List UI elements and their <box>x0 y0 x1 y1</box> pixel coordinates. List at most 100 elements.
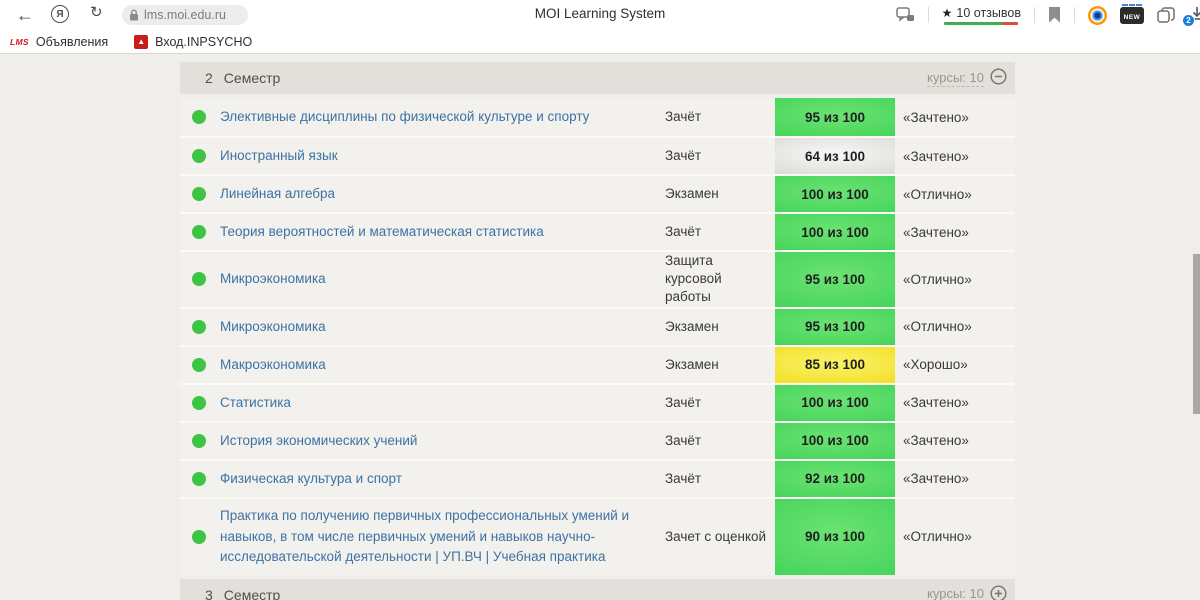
address-bar[interactable]: lms.moi.edu.ru <box>122 5 248 25</box>
course-status-icon <box>192 529 206 544</box>
table-row: Физическая культура и спорт Зачёт 92 из … <box>180 458 1015 497</box>
vertical-scrollbar-thumb[interactable] <box>1193 254 1200 414</box>
extension-browser-icon[interactable] <box>1088 5 1107 25</box>
course-link[interactable]: Практика по получению первичных професси… <box>220 500 665 573</box>
course-link[interactable]: Микроэкономика <box>220 263 665 295</box>
course-link[interactable]: Физическая культура и спорт <box>220 463 665 495</box>
course-status-icon <box>192 395 206 410</box>
score-badge: 85 из 100 <box>775 346 895 383</box>
table-row: История экономических учений Зачёт 100 и… <box>180 420 1015 459</box>
grade-label: «Зачтено» <box>903 148 969 164</box>
table-row: Элективные дисциплины по физической куль… <box>180 98 1015 136</box>
course-link[interactable]: Элективные дисциплины по физической куль… <box>220 101 665 133</box>
bookmark-item-announcements[interactable]: LMS Объявления <box>10 35 108 49</box>
browser-toolbar: ← Я ↻ lms.moi.edu.ru MOI Learning System… <box>0 0 1200 30</box>
dot-cell <box>180 214 220 250</box>
grade-label: «Отлично» <box>903 271 972 287</box>
control-type-label: Зачёт <box>665 147 702 163</box>
courses-count-label: курсы: 10 <box>927 586 984 600</box>
semester-2-header: 2 Семестр курсы: 10 <box>180 62 1015 94</box>
extension-new-icon[interactable]: NEW <box>1120 3 1144 24</box>
course-link[interactable]: Статистика <box>220 387 665 419</box>
control-type-label: Зачёт <box>665 470 702 486</box>
grade-label: «Зачтено» <box>903 224 969 240</box>
reviews-count-label: 10 отзывов <box>956 5 1021 20</box>
course-link[interactable]: История экономических учений <box>220 425 665 457</box>
toolbar-right-icons: ★ 10 отзывов NEW 2 <box>895 0 1200 30</box>
back-icon[interactable]: ← <box>16 6 34 24</box>
control-type-label: Экзамен <box>665 318 719 334</box>
score-badge: 100 из 100 <box>775 176 895 212</box>
grades-table: 2 Семестр курсы: 10 Элективные дисциплин… <box>180 54 1015 600</box>
course-status-icon <box>192 272 206 287</box>
reviews-rating-bar <box>944 21 1019 25</box>
site-reviews-button[interactable]: ★ 10 отзывов <box>942 6 1021 25</box>
course-link[interactable]: Линейная алгебра <box>220 178 665 210</box>
dot-cell <box>180 98 220 136</box>
control-type-label: Зачёт <box>665 108 702 124</box>
table-row: Иностранный язык Зачёт 64 из 100 «Зачтен… <box>180 136 1015 174</box>
control-type-label: Защита курсовой работы <box>665 253 722 305</box>
grade-label: «Зачтено» <box>903 109 969 125</box>
course-link[interactable]: Микроэкономика <box>220 311 665 343</box>
dot-cell <box>180 461 220 497</box>
semester-3-header: 3 Семестр курсы: 10 <box>180 578 1015 600</box>
tabs-icon[interactable] <box>1157 7 1175 23</box>
score-badge: 92 из 100 <box>775 460 895 497</box>
score-badge: 95 из 100 <box>775 98 895 136</box>
table-row: Практика по получению первичных професси… <box>180 496 1015 575</box>
refresh-icon[interactable]: ↻ <box>90 5 103 20</box>
score-badge: 90 из 100 <box>775 498 895 575</box>
lock-icon <box>129 9 139 21</box>
course-link[interactable]: Иностранный язык <box>220 140 665 172</box>
dot-cell <box>180 423 220 459</box>
score-badge: 100 из 100 <box>775 384 895 421</box>
bookmark-item-inpsycho[interactable]: ▲ Вход.INPSYCHO <box>134 34 253 49</box>
course-status-icon <box>192 149 206 163</box>
table-row: Микроэкономика Экзамен 95 из 100 «Отличн… <box>180 306 1015 345</box>
control-type-label: Зачёт <box>665 223 702 239</box>
course-link[interactable]: Макроэкономика <box>220 349 665 381</box>
grade-label: «Зачтено» <box>903 433 969 449</box>
control-type-label: Зачёт <box>665 394 702 410</box>
expand-plus-icon[interactable] <box>990 585 1007 600</box>
toolbar-separator <box>927 7 929 23</box>
course-status-icon <box>192 110 206 124</box>
star-icon: ★ <box>941 5 953 20</box>
dot-cell <box>180 252 220 307</box>
grade-label: «Отлично» <box>903 529 972 545</box>
grade-label: «Зачтено» <box>903 471 969 487</box>
page-title: MOI Learning System <box>534 6 666 21</box>
bookmark-label: Объявления <box>35 34 109 49</box>
toolbar-separator <box>1034 7 1035 23</box>
course-link[interactable]: Теория вероятностей и математическая ста… <box>220 216 665 248</box>
collapse-minus-icon[interactable] <box>990 68 1007 88</box>
inpsycho-favicon: ▲ <box>134 34 149 49</box>
toolbar-separator <box>1074 7 1075 23</box>
bookmark-flag-icon[interactable] <box>1048 7 1061 23</box>
semester-label: Семестр <box>223 70 281 86</box>
download-badge: 2 <box>1182 14 1195 27</box>
control-type-label: Зачёт <box>665 432 702 448</box>
grade-label: «Отлично» <box>903 186 972 202</box>
course-status-icon <box>192 225 206 239</box>
score-badge: 64 из 100 <box>775 138 895 174</box>
control-type-label: Экзамен <box>665 185 719 201</box>
courses-count-label: курсы: 10 <box>927 69 984 87</box>
new-label: NEW <box>1123 13 1141 21</box>
score-badge: 100 из 100 <box>775 422 895 459</box>
semester-2-courses-toggle[interactable]: курсы: 10 <box>927 68 1007 88</box>
score-badge: 95 из 100 <box>775 308 895 345</box>
course-status-icon <box>192 433 206 448</box>
semester-label: Семестр <box>223 586 281 600</box>
bookmark-label: Вход.INPSYCHO <box>155 34 253 49</box>
course-status-icon <box>192 319 206 334</box>
grade-label: «Зачтено» <box>903 395 969 411</box>
semester-3-courses-toggle[interactable]: курсы: 10 <box>927 585 1007 600</box>
grade-label: «Отлично» <box>903 319 972 335</box>
download-icon[interactable]: 2 <box>1182 5 1200 27</box>
control-type-label: Зачет с оценкой <box>665 528 767 544</box>
dot-cell <box>180 176 220 212</box>
yandex-logo-icon[interactable]: Я <box>51 5 69 23</box>
chat-bubbles-icon[interactable] <box>895 6 915 24</box>
